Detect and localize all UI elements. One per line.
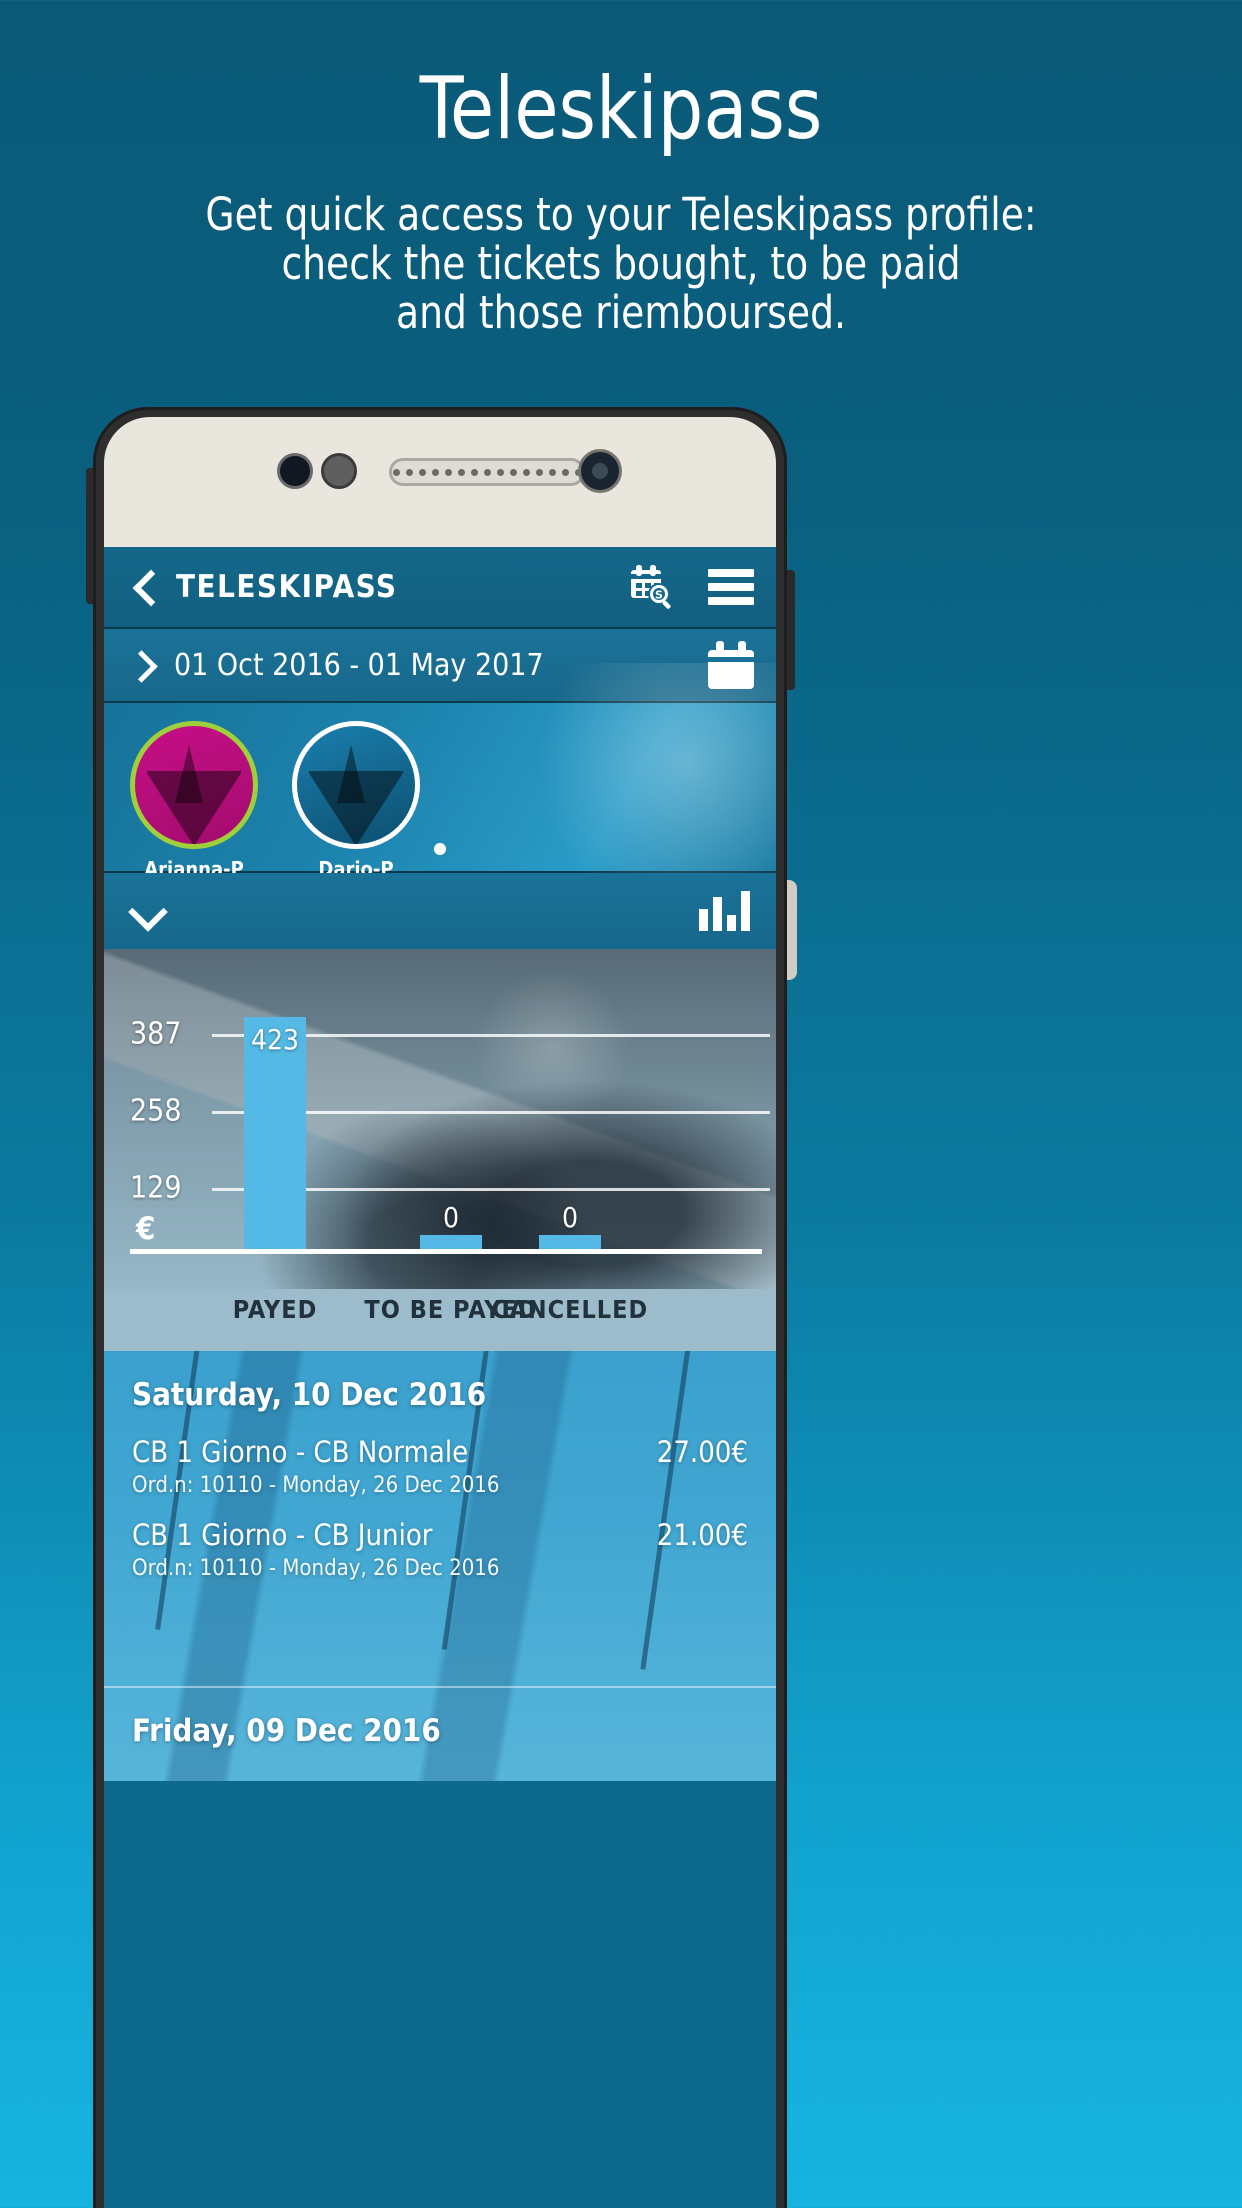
transaction-group-divider (104, 1686, 776, 1688)
bar-to-be-payed[interactable] (420, 1235, 482, 1249)
x-axis-tick-payed: PAYED (232, 1295, 318, 1324)
y-axis-label: € (136, 1211, 156, 1247)
chart-x-labels: PAYED TO BE PAYED CANCELLED (104, 1289, 776, 1351)
transaction-amount: 21.00€ (656, 1518, 748, 1552)
transaction-order-info: Ord.n: 10110 - Monday, 26 Dec 2016 (132, 1556, 500, 1581)
x-axis-tick-cancelled: CANCELLED (491, 1295, 649, 1324)
app-screen: TELESKIPASS S 01 Oct 2016 - 01 May 2017 … (104, 547, 776, 2208)
front-sensor-icon (277, 453, 313, 489)
transaction-name: CB 1 Giorno - CB Normale (132, 1435, 469, 1469)
transaction-order-info: Ord.n: 10110 - Monday, 26 Dec 2016 (132, 1473, 500, 1498)
phone-top-bezel (104, 417, 776, 545)
calendar-search-icon[interactable]: S (628, 563, 676, 611)
profile-carousel: Arianna-P Dario-P (104, 663, 776, 913)
pager-dot[interactable] (434, 843, 446, 855)
chevron-down-icon[interactable] (130, 898, 166, 924)
promo-header: Teleskipass Get quick access to your Tel… (0, 0, 1242, 337)
front-camera-icon (578, 449, 622, 493)
bar-value-payed: 423 (250, 1023, 300, 1056)
page-title: TELESKIPASS (176, 569, 398, 605)
bar-chart-icon[interactable] (699, 891, 750, 931)
promo-subtitle-line-3: and those riemboursed. (396, 286, 846, 340)
proximity-sensor-icon (321, 453, 357, 489)
bar-cancelled[interactable] (539, 1235, 601, 1249)
chevron-right-icon[interactable] (126, 650, 156, 680)
date-range-row[interactable]: 01 Oct 2016 - 01 May 2017 (104, 629, 776, 703)
avatar (292, 721, 420, 849)
promo-subtitle: Get quick access to your Teleskipass pro… (43, 152, 1198, 337)
phone-body: TELESKIPASS S 01 Oct 2016 - 01 May 2017 … (104, 417, 776, 2208)
carousel-pager[interactable] (104, 840, 776, 859)
bar-value-to-be-payed: 0 (442, 1201, 460, 1234)
y-axis-tick: 387 (130, 1016, 182, 1052)
promo-title: Teleskipass (419, 59, 823, 159)
calendar-icon[interactable] (708, 641, 754, 689)
app-bar: TELESKIPASS S (104, 547, 776, 629)
transaction-day-header: Saturday, 10 Dec 2016 (132, 1377, 487, 1413)
earpiece-speaker-icon (389, 458, 585, 486)
lens-flare-icon (466, 962, 637, 1133)
y-axis-tick: 129 (130, 1170, 182, 1206)
y-axis-tick: 258 (130, 1093, 182, 1129)
transaction-name: CB 1 Giorno - CB Junior (132, 1518, 433, 1552)
bar-value-cancelled: 0 (561, 1201, 579, 1234)
avatar (130, 721, 258, 849)
app-bar-actions: S (628, 563, 754, 611)
transaction-amount: 27.00€ (656, 1435, 748, 1469)
promo-subtitle-line-2: check the tickets bought, to be paid (281, 237, 961, 291)
chart-toolbar (104, 873, 776, 949)
chevron-left-icon[interactable] (126, 570, 160, 604)
promo-subtitle-line-1: Get quick access to your Teleskipass pro… (205, 188, 1037, 241)
transaction-row[interactable]: CB 1 Giorno - CB Normale 27.00€ Ord.n: 1… (132, 1435, 748, 1498)
x-axis (130, 1249, 762, 1254)
transaction-day-header: Friday, 09 Dec 2016 (132, 1713, 441, 1749)
transaction-row[interactable]: CB 1 Giorno - CB Junior 21.00€ Ord.n: 10… (132, 1518, 748, 1581)
statistics-chart: 387 258 129 € 423 0 0 (104, 949, 776, 1289)
date-range-label: 01 Oct 2016 - 01 May 2017 (174, 647, 544, 683)
phone-mockup: TELESKIPASS S 01 Oct 2016 - 01 May 2017 … (96, 410, 784, 2208)
hamburger-menu-icon[interactable] (708, 569, 754, 605)
transaction-list[interactable]: Saturday, 10 Dec 2016 CB 1 Giorno - CB N… (104, 1351, 776, 1781)
svg-text:S: S (655, 589, 663, 602)
